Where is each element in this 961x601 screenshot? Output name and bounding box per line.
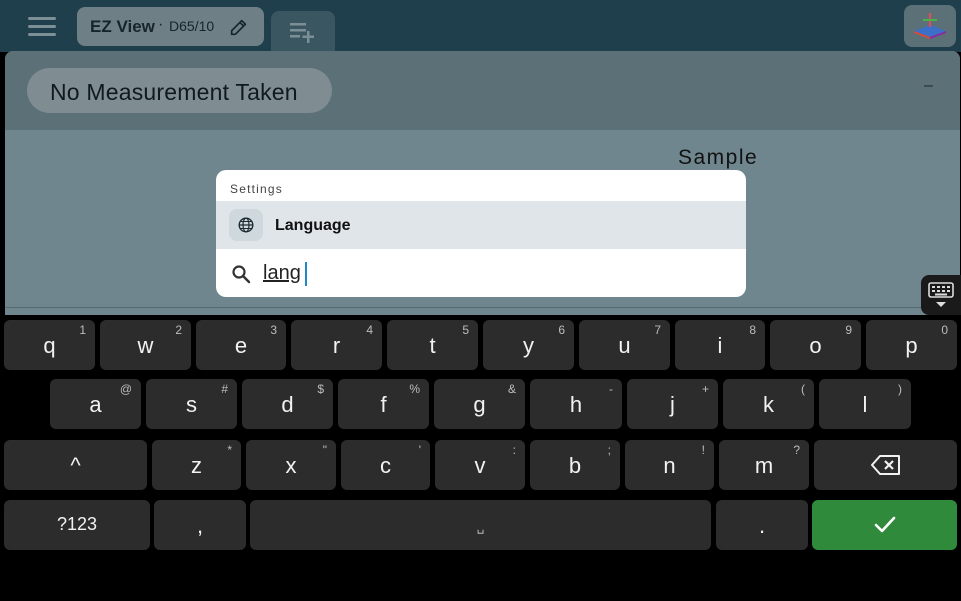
backspace-key[interactable]: [814, 440, 957, 490]
collapse-button[interactable]: –: [924, 77, 933, 95]
search-icon: [232, 265, 251, 284]
backspace-icon: [871, 455, 900, 475]
divider: [5, 307, 960, 308]
key-k[interactable]: k(: [723, 379, 814, 429]
section-header: Settings: [230, 182, 283, 196]
menu-icon-line: [28, 25, 56, 28]
key-y[interactable]: y6: [483, 320, 574, 370]
key-p[interactable]: p0: [866, 320, 957, 370]
key-z[interactable]: z *: [152, 440, 241, 490]
tab-illuminant: D65/10: [169, 18, 215, 34]
search-row: [216, 249, 746, 297]
key-s[interactable]: s #: [146, 379, 237, 429]
keyboard-toggle-button[interactable]: [921, 275, 961, 315]
menu-icon: [28, 17, 56, 20]
menu-button[interactable]: [22, 14, 62, 40]
key-x[interactable]: x ": [246, 440, 336, 490]
shift-key[interactable]: ^: [4, 440, 147, 490]
device-logo-icon: [914, 13, 946, 39]
key-h[interactable]: h-: [530, 379, 622, 429]
search-result-language[interactable]: Language: [216, 201, 746, 249]
key-g[interactable]: g &: [434, 379, 525, 429]
measurement-header: No Measurement Taken –: [5, 51, 960, 130]
key-b[interactable]: b;: [530, 440, 620, 490]
sample-label: Sample: [678, 146, 759, 169]
space-icon: ␣: [476, 520, 485, 534]
shift-icon: ^: [70, 453, 81, 478]
key-m[interactable]: m?: [719, 440, 809, 490]
key-t[interactable]: t5: [387, 320, 478, 370]
symbols-key[interactable]: ?123: [4, 500, 150, 550]
playlist-add-icon: [290, 23, 314, 43]
key-u[interactable]: u7: [579, 320, 670, 370]
key-f[interactable]: f%: [338, 379, 429, 429]
measurement-status-pill: No Measurement Taken: [27, 68, 332, 113]
space-key[interactable]: ␣: [250, 500, 711, 550]
key-i[interactable]: i8: [675, 320, 765, 370]
key-comma[interactable]: ,: [154, 500, 246, 550]
settings-search-dialog: Settings Language: [216, 170, 746, 297]
globe-icon: [229, 209, 263, 241]
key-n[interactable]: n!: [625, 440, 714, 490]
key-o[interactable]: o9: [770, 320, 861, 370]
key-j[interactable]: j +: [627, 379, 718, 429]
key-q[interactable]: q1: [4, 320, 95, 370]
enter-key[interactable]: [812, 500, 957, 550]
key-a[interactable]: a @: [50, 379, 141, 429]
add-tab-button[interactable]: [271, 11, 335, 52]
pencil-icon[interactable]: [228, 16, 250, 38]
key-e[interactable]: e3: [196, 320, 286, 370]
top-bar: EZ View · D65/10: [0, 0, 961, 52]
app-root: EZ View · D65/10 No Measurement Taken – …: [0, 0, 961, 601]
key-c[interactable]: c ': [341, 440, 430, 490]
search-result-label: Language: [275, 217, 351, 234]
tab-separator: ·: [158, 16, 164, 33]
onscreen-keyboard: q1 w2 e3 r4 t5 y6 u7 i8 o9 p0 a @ s # d $ f…: [0, 315, 961, 601]
text-cursor: [305, 262, 307, 286]
key-v[interactable]: v:: [435, 440, 525, 490]
check-icon: [874, 516, 896, 533]
key-l[interactable]: l): [819, 379, 911, 429]
key-r[interactable]: r4: [291, 320, 382, 370]
tab-ez-view[interactable]: EZ View · D65/10: [77, 7, 264, 46]
key-period[interactable]: .: [716, 500, 808, 550]
device-button[interactable]: [904, 5, 956, 47]
menu-icon-line: [28, 33, 56, 36]
key-d[interactable]: d $: [242, 379, 333, 429]
keyboard-hide-icon: [928, 282, 954, 307]
tab-title: EZ View: [90, 17, 155, 36]
key-w[interactable]: w2: [100, 320, 191, 370]
search-input[interactable]: [263, 259, 723, 287]
measurement-status: No Measurement Taken: [50, 79, 298, 105]
